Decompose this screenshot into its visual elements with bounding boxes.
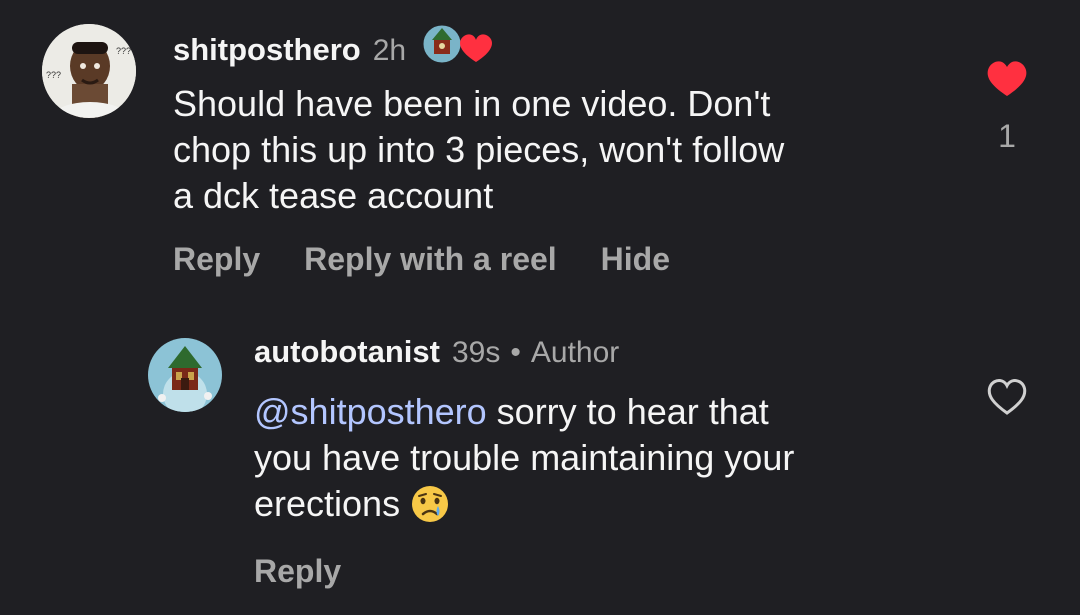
reply-header: autobotanist 39s • Author [254, 334, 954, 370]
reply-text-line: you have trouble maintaining your [254, 437, 795, 478]
comment-text: Should have been in one video. Don't cho… [173, 81, 953, 219]
meme-text-right: ??? [116, 46, 131, 56]
comment-text-line: a dck tease account [173, 175, 494, 216]
author-avatar-heart-icon [420, 22, 493, 66]
meme-face-avatar-image: ??? ??? [42, 24, 136, 118]
meme-text-left: ??? [46, 70, 61, 80]
reply-text: @shitposthero sorry to hear that you hav… [254, 389, 954, 535]
reply-actions: Reply [254, 553, 954, 590]
like-button[interactable] [986, 60, 1028, 103]
avatar[interactable]: ??? ??? [42, 24, 136, 118]
username[interactable]: autobotanist [254, 334, 440, 370]
reply-button[interactable]: Reply [254, 553, 341, 590]
author-liked-badge [420, 22, 496, 66]
username[interactable]: shitposthero [173, 32, 361, 68]
mention-link[interactable]: @shitposthero [254, 391, 487, 432]
separator-dot: • [510, 336, 521, 369]
like-count: 1 [998, 118, 1016, 154]
comment-text-line: Should have been in one video. Don't [173, 83, 771, 124]
comment-header: shitposthero 2h [173, 16, 953, 68]
reply-text-segment: sorry to hear that [486, 391, 769, 432]
comment-text-line: chop this up into 3 pieces, won't follow [173, 129, 785, 170]
heart-outline-icon [987, 379, 1027, 415]
crying-face-emoji-icon [410, 484, 450, 535]
botanist-avatar-image [148, 338, 222, 412]
hide-button[interactable]: Hide [601, 241, 670, 278]
timestamp: 2h [372, 34, 407, 67]
reply-button[interactable]: Reply [173, 241, 260, 278]
comment-actions: Reply Reply with a reel Hide [173, 241, 953, 278]
heart-filled-icon [987, 61, 1027, 96]
comment-content: shitposthero 2h Should have been in one … [173, 16, 953, 278]
like-button[interactable] [986, 378, 1028, 421]
author-label: Author [530, 336, 620, 369]
reply-with-reel-button[interactable]: Reply with a reel [304, 241, 557, 278]
timestamp: 39s [452, 336, 501, 369]
avatar[interactable] [148, 338, 222, 412]
reply-text-line: @shitposthero sorry to hear that [254, 389, 954, 435]
reply-text-segment: erections [254, 483, 401, 524]
reply-content: autobotanist 39s • Author @shitposthero … [254, 334, 954, 590]
reply-text-line: erections [254, 481, 954, 535]
